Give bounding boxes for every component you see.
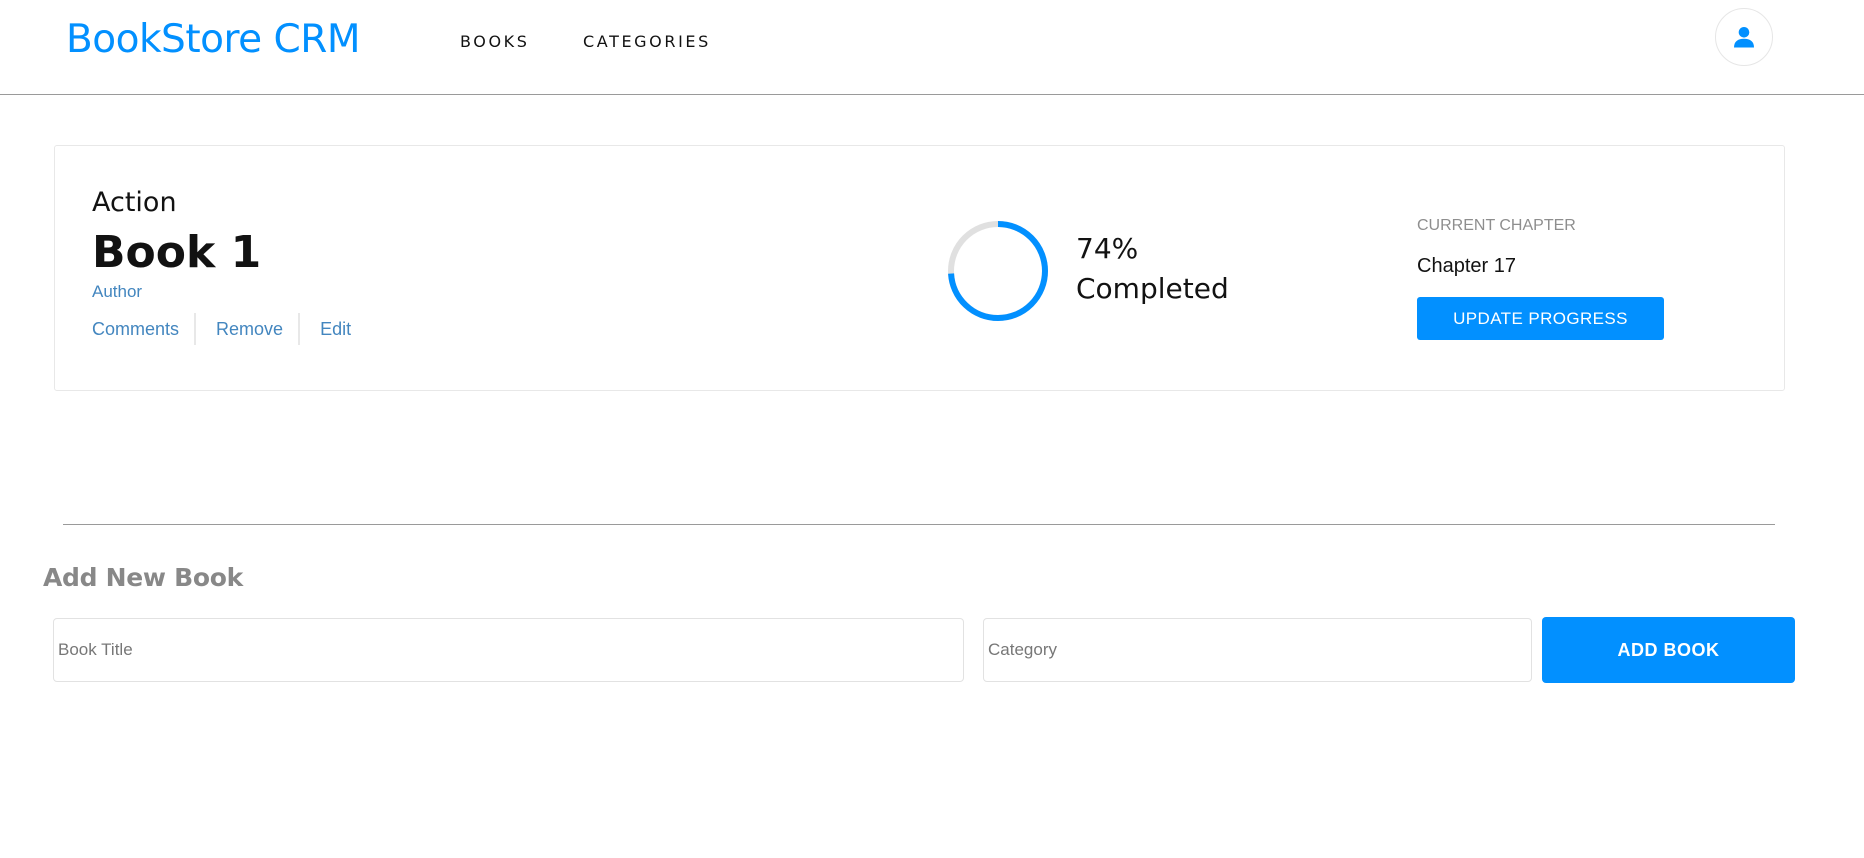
book-genre: Action bbox=[92, 187, 177, 218]
book-actions: Comments Remove Edit bbox=[92, 313, 351, 345]
top-navbar: BookStore CRM BOOKS CATEGORIES bbox=[0, 0, 1864, 95]
progress-ring bbox=[948, 221, 1048, 321]
book-title-input[interactable] bbox=[53, 618, 964, 682]
category-input[interactable] bbox=[983, 618, 1532, 682]
section-divider bbox=[63, 524, 1775, 525]
book-card: Action Book 1 Author Comments Remove Edi… bbox=[54, 145, 1785, 391]
user-profile-button[interactable] bbox=[1715, 8, 1773, 66]
action-divider bbox=[298, 313, 301, 345]
edit-button[interactable]: Edit bbox=[320, 318, 351, 340]
add-book-heading: Add New Book bbox=[43, 563, 243, 592]
user-icon bbox=[1734, 27, 1754, 48]
nav-categories-link[interactable]: CATEGORIES bbox=[583, 31, 711, 53]
current-chapter-value: Chapter 17 bbox=[1417, 255, 1516, 277]
action-divider bbox=[194, 313, 197, 345]
comments-button[interactable]: Comments bbox=[92, 318, 179, 340]
current-chapter-label: CURRENT CHAPTER bbox=[1417, 217, 1576, 234]
progress-status: Completed bbox=[1076, 272, 1229, 305]
book-title: Book 1 bbox=[92, 227, 262, 278]
app-logo[interactable]: BookStore CRM bbox=[66, 16, 361, 64]
update-progress-button[interactable]: UPDATE PROGRESS bbox=[1417, 297, 1664, 340]
book-author: Author bbox=[92, 282, 143, 301]
progress-percent: 74% bbox=[1076, 232, 1139, 265]
remove-button[interactable]: Remove bbox=[216, 318, 283, 340]
nav-books-link[interactable]: BOOKS bbox=[460, 31, 530, 53]
add-book-button[interactable]: ADD BOOK bbox=[1542, 617, 1795, 683]
